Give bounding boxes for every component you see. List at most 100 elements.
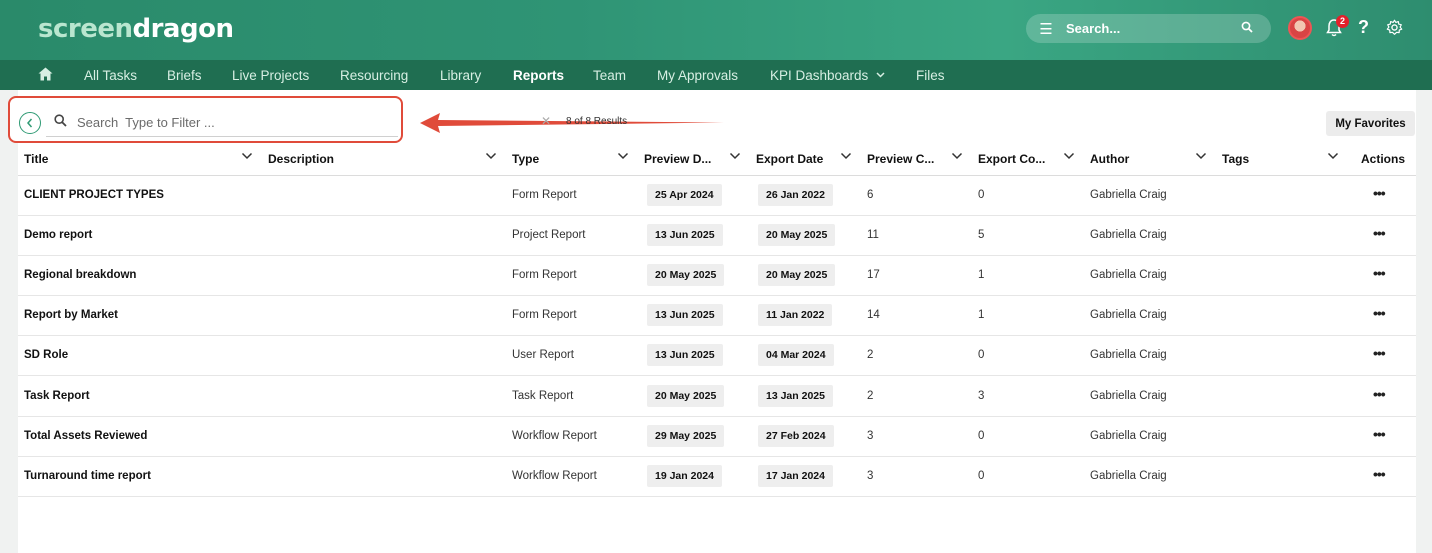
row-author: Gabriella Craig	[1090, 309, 1167, 321]
row-title[interactable]: SD Role	[24, 349, 68, 361]
column-menu-chevron-icon[interactable]	[241, 151, 253, 161]
row-preview-date: 29 May 2025	[647, 425, 725, 447]
row-preview-count: 11	[867, 229, 879, 241]
row-type: Form Report	[512, 309, 577, 321]
search-icon[interactable]	[1241, 20, 1271, 38]
column-header-type[interactable]: Type	[512, 152, 539, 166]
row-title[interactable]: Demo report	[24, 229, 92, 241]
row-export-date: 20 May 2025	[758, 224, 836, 246]
row-actions-more-icon[interactable]: •••	[1373, 386, 1386, 402]
column-menu-chevron-icon[interactable]	[951, 151, 963, 161]
nav-kpi-dashboards[interactable]: KPI Dashboards	[770, 68, 868, 83]
nav-team[interactable]: Team	[593, 68, 626, 83]
table-row[interactable]: CLIENT PROJECT TYPES Form Report 25 Apr …	[18, 176, 1416, 216]
table-row[interactable]: Report by Market Form Report 13 Jun 2025…	[18, 296, 1416, 336]
row-title[interactable]: CLIENT PROJECT TYPES	[24, 189, 164, 201]
chevron-down-icon[interactable]	[876, 72, 885, 78]
row-actions-more-icon[interactable]: •••	[1373, 265, 1386, 281]
row-type: Task Report	[512, 390, 574, 402]
nav-files[interactable]: Files	[916, 68, 945, 83]
row-actions-more-icon[interactable]: •••	[1373, 466, 1386, 482]
column-header-tags[interactable]: Tags	[1222, 152, 1249, 166]
table-row[interactable]: Demo report Project Report 13 Jun 2025 2…	[18, 216, 1416, 256]
table-row[interactable]: Regional breakdown Form Report 20 May 20…	[18, 256, 1416, 296]
column-menu-chevron-icon[interactable]	[1063, 151, 1075, 161]
row-type: Form Report	[512, 269, 577, 281]
column-menu-chevron-icon[interactable]	[617, 151, 629, 161]
row-export-date: 13 Jan 2025	[758, 385, 833, 407]
column-header-export-date[interactable]: Export Date	[756, 152, 823, 166]
row-actions-more-icon[interactable]: •••	[1373, 185, 1386, 201]
column-menu-chevron-icon[interactable]	[1195, 151, 1207, 161]
nav-briefs[interactable]: Briefs	[167, 68, 202, 83]
table-row[interactable]: Task Report Task Report 20 May 2025 13 J…	[18, 377, 1416, 417]
column-menu-chevron-icon[interactable]	[1327, 151, 1339, 161]
filter-search-input[interactable]	[77, 110, 387, 134]
row-actions-more-icon[interactable]: •••	[1373, 305, 1386, 321]
column-menu-chevron-icon[interactable]	[729, 151, 741, 161]
search-icon	[54, 114, 67, 127]
row-preview-date: 25 Apr 2024	[647, 184, 722, 206]
row-preview-count: 14	[867, 309, 880, 321]
row-preview-count: 2	[867, 390, 874, 402]
row-title[interactable]: Total Assets Reviewed	[24, 430, 147, 442]
table-row[interactable]: Turnaround time report Workflow Report 1…	[18, 457, 1416, 497]
row-export-date: 20 May 2025	[758, 264, 836, 286]
row-author: Gabriella Craig	[1090, 470, 1167, 482]
row-title[interactable]: Task Report	[24, 390, 90, 402]
row-author: Gabriella Craig	[1090, 390, 1167, 402]
row-author: Gabriella Craig	[1090, 269, 1167, 281]
home-icon[interactable]	[38, 67, 53, 81]
nav-library[interactable]: Library	[440, 68, 481, 83]
nav-my-approvals[interactable]: My Approvals	[657, 68, 738, 83]
row-actions-more-icon[interactable]: •••	[1373, 345, 1386, 361]
filter-search-box	[8, 96, 403, 143]
column-menu-chevron-icon[interactable]	[485, 151, 497, 161]
table-row[interactable]: Total Assets Reviewed Workflow Report 29…	[18, 417, 1416, 457]
row-preview-count: 2	[867, 349, 874, 361]
nav-resourcing[interactable]: Resourcing	[340, 68, 408, 83]
nav-live-projects[interactable]: Live Projects	[232, 68, 309, 83]
column-header-title[interactable]: Title	[24, 152, 48, 166]
column-header-description[interactable]: Description	[268, 152, 334, 166]
help-icon[interactable]: ?	[1358, 17, 1369, 38]
table-row[interactable]: SD Role User Report 13 Jun 2025 04 Mar 2…	[18, 336, 1416, 376]
top-bar: screendragon ☰ Search... 2 ?	[0, 0, 1432, 60]
row-author: Gabriella Craig	[1090, 349, 1167, 361]
brand-logo[interactable]: screendragon	[38, 14, 234, 44]
row-export-count: 0	[978, 430, 985, 442]
row-export-count: 1	[978, 309, 985, 321]
row-preview-date: 20 May 2025	[647, 385, 725, 407]
row-export-count: 5	[978, 229, 985, 241]
column-header-preview-count[interactable]: Preview C...	[867, 152, 934, 166]
back-button[interactable]	[19, 112, 41, 134]
nav-all-tasks[interactable]: All Tasks	[84, 68, 137, 83]
column-menu-chevron-icon[interactable]	[840, 151, 852, 161]
column-header-author[interactable]: Author	[1090, 152, 1129, 166]
global-search[interactable]: ☰ Search...	[1026, 14, 1271, 43]
row-type: Workflow Report	[512, 430, 597, 442]
row-preview-date: 19 Jan 2024	[647, 465, 722, 487]
gear-icon[interactable]	[1386, 19, 1403, 36]
row-title[interactable]: Regional breakdown	[24, 269, 136, 281]
row-title[interactable]: Turnaround time report	[24, 470, 151, 482]
column-header-preview-date[interactable]: Preview D...	[644, 152, 711, 166]
row-export-count: 3	[978, 390, 985, 402]
row-actions-more-icon[interactable]: •••	[1373, 225, 1386, 241]
column-header-export-count[interactable]: Export Co...	[978, 152, 1045, 166]
menu-icon[interactable]: ☰	[1026, 20, 1066, 38]
row-title[interactable]: Report by Market	[24, 309, 118, 321]
row-preview-date: 13 Jun 2025	[647, 344, 723, 366]
clear-icon[interactable]: ✕	[541, 114, 551, 128]
row-type: Project Report	[512, 229, 586, 241]
row-actions-more-icon[interactable]: •••	[1373, 426, 1386, 442]
row-type: User Report	[512, 349, 574, 361]
my-favorites-button[interactable]: My Favorites	[1326, 111, 1415, 136]
row-author: Gabriella Craig	[1090, 189, 1167, 201]
row-author: Gabriella Craig	[1090, 229, 1167, 241]
search-underline	[46, 136, 398, 137]
nav-reports[interactable]: Reports	[513, 68, 564, 83]
row-preview-count: 6	[867, 189, 874, 201]
avatar[interactable]	[1288, 16, 1312, 40]
row-export-count: 0	[978, 470, 985, 482]
